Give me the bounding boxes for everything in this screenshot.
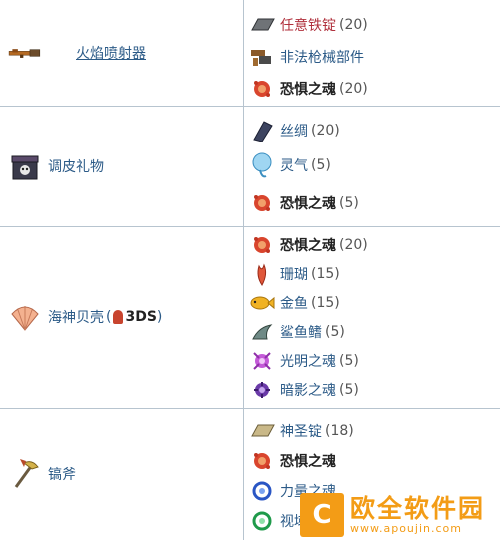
material-item: 丝绸 (20) (248, 118, 340, 144)
material-qty: (15) (311, 266, 340, 282)
soul-of-light-icon (248, 349, 276, 373)
result-cell: 海神贝壳 (3DS) (0, 226, 243, 408)
platform-badge: (3DS) (106, 309, 163, 325)
ectoplasm-icon (248, 152, 276, 178)
flamethrower-icon (8, 38, 42, 68)
material-qty: (5) (339, 382, 359, 398)
material-qty: (20) (339, 17, 368, 33)
material-name[interactable]: 珊瑚 (280, 264, 308, 284)
watermark-url: www.apoujin.com (350, 522, 462, 535)
iron-bar-icon (248, 13, 276, 37)
hallowed-bar-icon (248, 419, 276, 443)
material-item: 恐惧之魂 (20) (248, 76, 368, 102)
result-name: 调皮礼物 (48, 159, 104, 175)
material-name[interactable]: 任意铁锭 (280, 15, 336, 35)
material-item: 暗影之魂 (5) (248, 377, 359, 403)
result-cell: 火焰喷射器 (0, 0, 243, 106)
material-qty: (5) (339, 353, 359, 369)
soul-of-might-icon (248, 479, 276, 503)
soul-of-fright-icon (248, 77, 276, 101)
material-name[interactable]: 恐惧之魂 (280, 193, 336, 213)
material-name[interactable]: 非法枪械部件 (280, 47, 364, 67)
neptunes-shell-icon (8, 302, 42, 332)
material-name[interactable]: 鲨鱼鳍 (280, 322, 322, 342)
material-qty: (20) (339, 81, 368, 97)
column-divider (243, 0, 244, 540)
material-item: 恐惧之魂 (248, 448, 339, 474)
watermark-brand: 欧全软件园 (350, 494, 486, 523)
coral-icon (248, 262, 276, 286)
material-name[interactable]: 丝绸 (280, 121, 308, 141)
soul-of-fright-icon (248, 233, 276, 257)
naughty-present-icon (8, 151, 42, 181)
watermark: C 欧全软件园 www.apoujin.com (300, 490, 500, 540)
material-item: 神圣锭 (18) (248, 418, 354, 444)
material-name[interactable]: 恐惧之魂 (280, 79, 336, 99)
material-item: 灵气 (5) (248, 152, 331, 178)
material-item: 非法枪械部件 (248, 44, 367, 70)
result-name: 镐斧 (48, 467, 76, 483)
material-item: 光明之魂 (5) (248, 348, 359, 374)
material-name[interactable]: 金鱼 (280, 293, 308, 313)
material-name[interactable]: 灵气 (280, 155, 308, 175)
material-item: 恐惧之魂 (5) (248, 190, 359, 216)
recipe-table: 火焰喷射器 调皮礼物 海神贝壳 (3DS) 镐斧 任意铁锭 (20) 非法枪械部… (0, 0, 500, 540)
material-qty: (5) (339, 195, 359, 211)
result-name: 海神贝壳 (48, 310, 104, 326)
material-qty: (15) (311, 295, 340, 311)
gun-parts-icon (248, 45, 276, 69)
material-name[interactable]: 光明之魂 (280, 351, 336, 371)
silk-icon (248, 119, 276, 143)
result-cell: 镐斧 (0, 408, 243, 540)
material-qty: (5) (325, 324, 345, 340)
goldfish-icon (248, 291, 276, 315)
material-item: 金鱼 (15) (248, 290, 340, 316)
console-icon (113, 310, 124, 324)
platform-label: 3DS (125, 309, 157, 325)
material-name[interactable]: 神圣锭 (280, 421, 322, 441)
material-name[interactable]: 恐惧之魂 (280, 235, 336, 255)
result-name-link[interactable]: 火焰喷射器 (76, 43, 146, 63)
material-name[interactable]: 暗影之魂 (280, 380, 336, 400)
material-name[interactable]: 恐惧之魂 (280, 451, 336, 471)
soul-of-sight-icon (248, 509, 276, 533)
material-qty: (20) (311, 123, 340, 139)
material-item: 珊瑚 (15) (248, 261, 340, 287)
soul-of-night-icon (248, 378, 276, 402)
material-item: 鲨鱼鳍 (5) (248, 319, 345, 345)
material-item: 任意铁锭 (20) (248, 12, 368, 38)
material-qty: (5) (311, 157, 331, 173)
soul-of-fright-icon (248, 191, 276, 215)
material-qty: (20) (339, 237, 368, 253)
watermark-logo-icon: C (300, 493, 344, 537)
result-cell: 调皮礼物 (0, 106, 243, 226)
shark-fin-icon (248, 320, 276, 344)
soul-of-fright-icon (248, 449, 276, 473)
material-item: 恐惧之魂 (20) (248, 232, 368, 258)
pickaxe-axe-icon (8, 459, 42, 489)
material-qty: (18) (325, 423, 354, 439)
